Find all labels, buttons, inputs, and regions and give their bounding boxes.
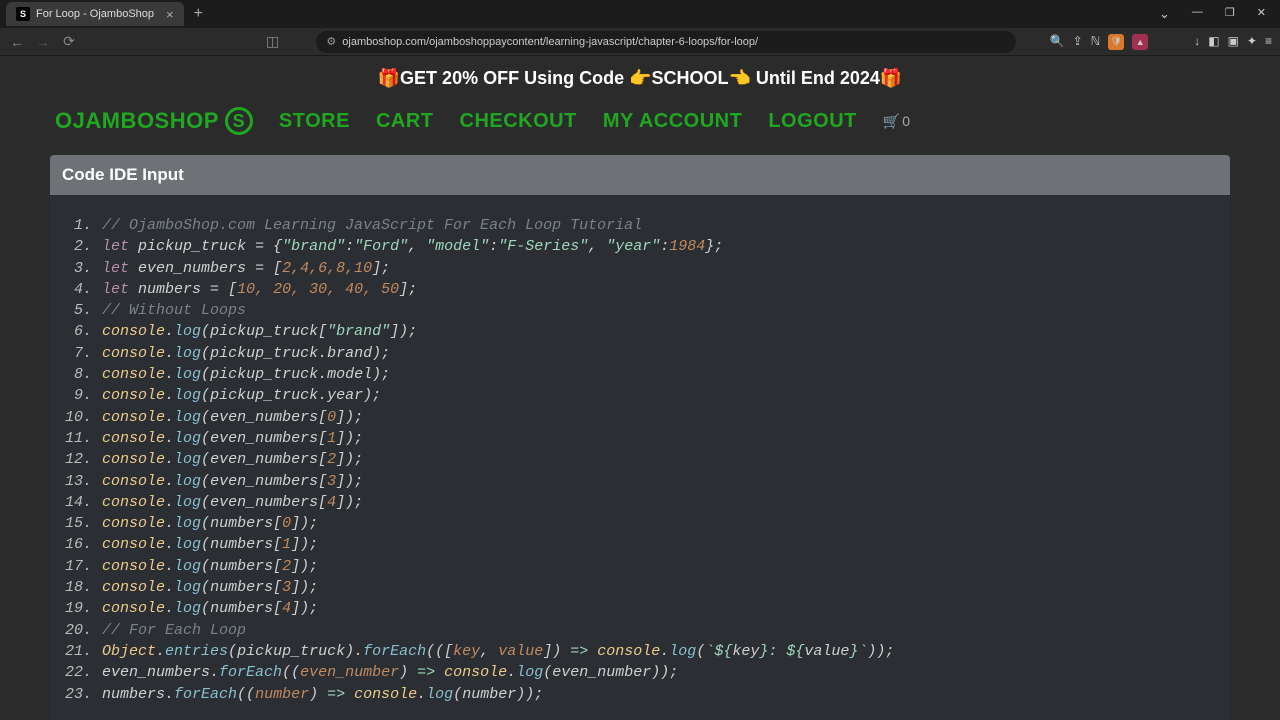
code-line: 7console.log(pickup_truck.brand); (64, 343, 1216, 364)
code-line: 17console.log(numbers[2]); (64, 556, 1216, 577)
code-line: 4let numbers = [10, 20, 30, 40, 50]; (64, 279, 1216, 300)
code-line: 16console.log(numbers[1]); (64, 534, 1216, 555)
code-line: 18console.log(numbers[3]); (64, 577, 1216, 598)
tabs-dropdown-icon[interactable]: ⌄ (1153, 4, 1176, 24)
cart-icon: 🛒 (883, 113, 900, 130)
nav-logout[interactable]: LOGOUT (768, 110, 857, 133)
zoom-icon[interactable]: 🔍 (1050, 34, 1065, 50)
tab-favicon-icon: S (16, 7, 30, 21)
code-line: 2let pickup_truck = {"brand":"Ford", "mo… (64, 236, 1216, 257)
close-tab-icon[interactable]: × (166, 7, 174, 22)
code-line: 14console.log(even_numbers[4]); (64, 492, 1216, 513)
code-line: 15console.log(numbers[0]); (64, 513, 1216, 534)
nav-account[interactable]: MY ACCOUNT (603, 110, 742, 133)
customize-icon[interactable]: ✦ (1247, 34, 1257, 50)
extension-1-icon[interactable]: 🛡 (1108, 34, 1124, 50)
site-settings-icon[interactable]: ⚙ (326, 35, 336, 48)
page-content[interactable]: 🎁GET 20% OFF Using Code 👉SCHOOL👈 Until E… (0, 56, 1280, 720)
maximize-button[interactable]: ❐ (1219, 4, 1241, 24)
tab-strip: S For Loop - OjamboShop × + ⌄ — ❐ ✕ (0, 0, 1280, 28)
toolbar: ← → ⟳ ◫ ⚙ ojamboshop.com/ojamboshoppayco… (0, 28, 1280, 56)
promo-text: 🎁GET 20% OFF Using Code 👉SCHOOL👈 Until E… (378, 68, 903, 88)
rss-icon[interactable]: ℕ (1091, 34, 1101, 50)
forward-button[interactable]: → (34, 34, 52, 50)
code-line: 21Object.entries(pickup_truck).forEach((… (64, 641, 1216, 662)
cart-count: 0 (902, 113, 910, 129)
code-line: 9console.log(pickup_truck.year); (64, 385, 1216, 406)
code-line: 12console.log(even_numbers[2]); (64, 449, 1216, 470)
url-bar[interactable]: ⚙ ojamboshop.com/ojamboshoppaycontent/le… (316, 31, 1016, 53)
browser-tab[interactable]: S For Loop - OjamboShop × (6, 2, 184, 26)
nav-store[interactable]: STORE (279, 110, 350, 133)
code-line: 23numbers.forEach((number) => console.lo… (64, 684, 1216, 705)
logo-text: OJAMBOSHOP (55, 108, 219, 134)
promo-banner: 🎁GET 20% OFF Using Code 👉SCHOOL👈 Until E… (0, 56, 1280, 101)
minimize-button[interactable]: — (1186, 4, 1209, 24)
new-tab-button[interactable]: + (194, 5, 203, 23)
menu-icon[interactable]: ≡ (1265, 34, 1272, 50)
site-nav: OJAMBOSHOP S STORE CART CHECKOUT MY ACCO… (0, 101, 1280, 155)
toolbar-right: 🔍 ⇪ ℕ 🛡 ▲ ↓ ◧ ▣ ✦ ≡ (1050, 34, 1272, 50)
reader-icon[interactable]: ▣ (1228, 34, 1239, 50)
code-line: 8console.log(pickup_truck.model); (64, 364, 1216, 385)
site-logo[interactable]: OJAMBOSHOP S (55, 107, 253, 135)
bookmark-icon[interactable]: ◫ (266, 33, 279, 50)
ide-header: Code IDE Input (50, 155, 1230, 195)
reload-button[interactable]: ⟳ (60, 33, 78, 50)
code-line: 5// Without Loops (64, 300, 1216, 321)
window-controls: ⌄ — ❐ ✕ (1153, 4, 1280, 24)
code-line: 1// OjamboShop.com Learning JavaScript F… (64, 215, 1216, 236)
code-line: 6console.log(pickup_truck["brand"]); (64, 321, 1216, 342)
url-text: ojamboshop.com/ojamboshoppaycontent/lear… (342, 36, 1006, 48)
logo-s-icon: S (225, 107, 253, 135)
nav-checkout[interactable]: CHECKOUT (460, 110, 577, 133)
cart-widget[interactable]: 🛒0 (883, 113, 910, 130)
extension-2-icon[interactable]: ▲ (1132, 34, 1148, 50)
tab-title: For Loop - OjamboShop (36, 8, 154, 20)
code-line: 3let even_numbers = [2,4,6,8,10]; (64, 258, 1216, 279)
share-icon[interactable]: ⇪ (1073, 34, 1083, 50)
code-line: 13console.log(even_numbers[3]); (64, 471, 1216, 492)
nav-cart[interactable]: CART (376, 110, 434, 133)
back-button[interactable]: ← (8, 34, 26, 50)
sidebar-icon[interactable]: ◧ (1208, 34, 1219, 50)
code-line: 20// For Each Loop (64, 620, 1216, 641)
downloads-icon[interactable]: ↓ (1194, 34, 1200, 50)
code-line: 10console.log(even_numbers[0]); (64, 407, 1216, 428)
close-window-button[interactable]: ✕ (1251, 4, 1272, 24)
code-line: 19console.log(numbers[4]); (64, 598, 1216, 619)
code-line: 22even_numbers.forEach((even_number) => … (64, 662, 1216, 683)
code-line: 11console.log(even_numbers[1]); (64, 428, 1216, 449)
code-block: 1// OjamboShop.com Learning JavaScript F… (50, 195, 1230, 720)
